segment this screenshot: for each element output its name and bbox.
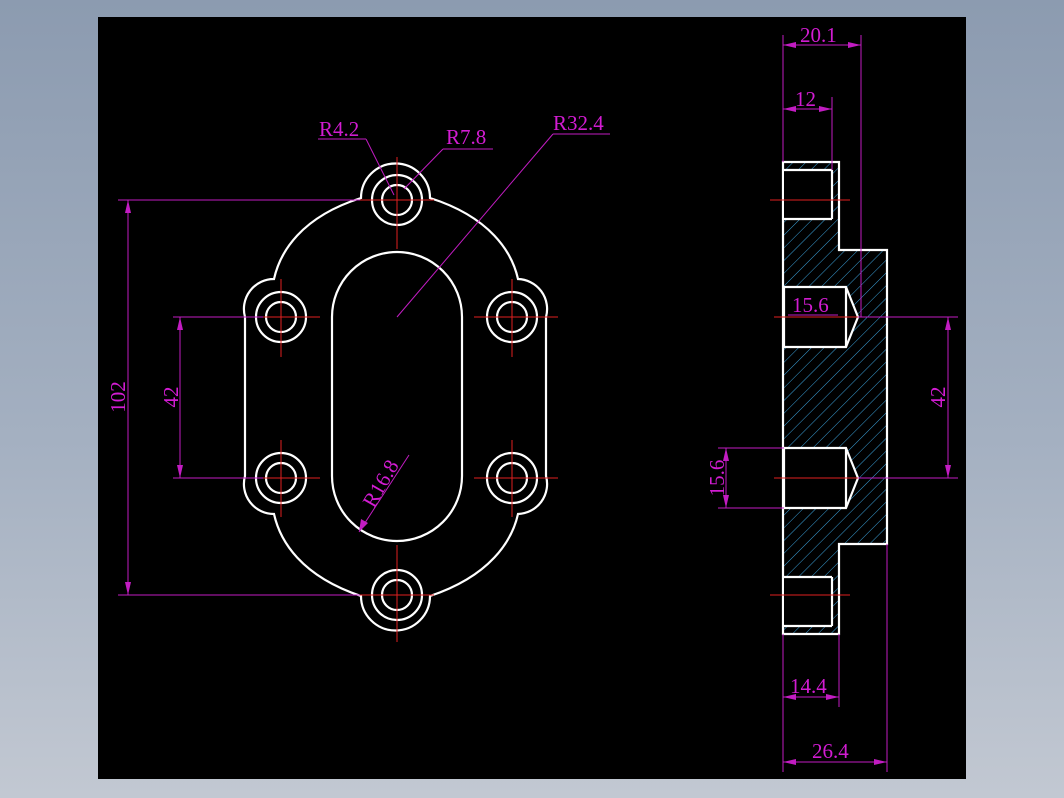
dim-label-r4-2: R4.2 [319, 117, 359, 141]
side-view: 20.1 12 15.6 42 15.6 14.4 26.4 [705, 23, 958, 772]
dim-r4-2: R4.2 [318, 117, 395, 196]
dim-r16-8: R16.8 [358, 454, 410, 533]
front-center-slot [330, 250, 464, 543]
dim-label-42-side: 42 [926, 387, 950, 408]
dim-label-26-4: 26.4 [812, 739, 849, 763]
dim-label-42-front: 42 [159, 387, 183, 408]
front-outer-profile [242, 162, 549, 632]
dim-label-12: 12 [795, 87, 816, 111]
dim-overall-height: 102 [106, 199, 360, 596]
side-bore-bottom [784, 577, 832, 626]
dim-label-r7-8: R7.8 [446, 125, 486, 149]
side-bore-top [784, 170, 832, 219]
drawing-canvas: 102 42 R4.2 R7.8 R32.4 R16.8 20.1 12 15.… [98, 17, 966, 779]
dim-label-102: 102 [106, 381, 130, 413]
dim-hole-spacing-front: 42 [159, 316, 263, 479]
dim-label-r16-8: R16.8 [358, 456, 404, 512]
dim-label-r32-4: R32.4 [553, 111, 604, 135]
front-view: 102 42 R4.2 R7.8 R32.4 R16.8 [106, 111, 610, 642]
dim-label-14-4: 14.4 [790, 674, 827, 698]
cad-drawing: 102 42 R4.2 R7.8 R32.4 R16.8 20.1 12 15.… [106, 23, 958, 772]
side-section-body [781, 160, 889, 636]
dim-r7-8: R7.8 [403, 125, 493, 190]
dim-label-15-6-lower: 15.6 [705, 460, 729, 497]
dim-label-15-6-upper: 15.6 [792, 293, 829, 317]
dim-side-15-6-lower: 15.6 [705, 447, 784, 509]
dim-r32-4: R32.4 [396, 111, 610, 318]
dim-side-12: 12 [783, 87, 833, 170]
dim-label-20-1: 20.1 [800, 23, 837, 47]
